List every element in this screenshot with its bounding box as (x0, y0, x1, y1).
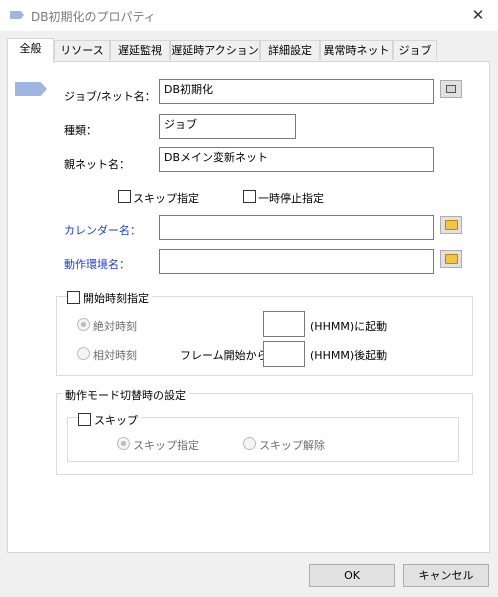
cancel-button[interactable]: キャンセル (403, 564, 489, 587)
relative-time-input[interactable] (263, 341, 305, 367)
mode-switch-group-label: 動作モード切替時の設定 (62, 387, 189, 403)
environment-input[interactable] (159, 249, 434, 274)
relative-time-prefix: フレーム開始から (180, 349, 268, 362)
tab-resources[interactable]: リソース (54, 40, 110, 60)
job-icon (15, 82, 47, 96)
calendar-link[interactable]: カレンダー名： (64, 222, 141, 238)
calendar-browse-button[interactable] (440, 216, 462, 234)
ok-button[interactable]: OK (309, 564, 395, 587)
tab-job[interactable]: ジョブ (393, 40, 437, 60)
skip-checkbox-label: スキップ指定 (133, 192, 199, 205)
folder-icon (445, 220, 458, 230)
pause-checkbox-label: 一時停止指定 (258, 192, 324, 205)
relative-time-label: 相対時刻 (93, 349, 137, 362)
skip-on-label: スキップ指定 (133, 439, 199, 452)
absolute-time-suffix: (HHMM)に起動 (310, 320, 388, 333)
absolute-time-label: 絶対時刻 (93, 320, 137, 333)
pause-checkbox[interactable] (243, 190, 256, 203)
parent-net-field: DBメイン変新ネット (159, 147, 434, 172)
parent-net-label: 親ネット名： (64, 158, 130, 171)
window-title: DB初期化のプロパティ (31, 10, 156, 24)
tab-error-net[interactable]: 異常時ネット (320, 40, 393, 60)
close-icon[interactable]: ✕ (466, 5, 490, 25)
skip-mode-checkbox[interactable] (78, 413, 91, 426)
job-net-name-label: ジョブ/ネット名： (64, 90, 156, 103)
job-net-name-input[interactable]: DB初期化 (159, 79, 434, 104)
job-net-name-button[interactable] (440, 80, 462, 98)
tab-delay-action[interactable]: 遅延時アクション (170, 40, 260, 60)
skip-off-radio[interactable] (243, 437, 256, 450)
absolute-time-radio[interactable] (77, 318, 90, 331)
type-field: ジョブ (159, 114, 296, 139)
relative-time-radio[interactable] (77, 347, 90, 360)
absolute-time-input[interactable] (263, 311, 305, 337)
relative-time-suffix: (HHMM)後起動 (310, 349, 388, 362)
tab-delay-monitor[interactable]: 遅延監視 (110, 40, 170, 60)
calendar-input[interactable] (159, 215, 434, 240)
skip-checkbox[interactable] (118, 190, 131, 203)
square-icon (446, 85, 456, 93)
start-time-checkbox[interactable] (67, 291, 80, 304)
start-time-group-label: 開始時刻指定 (80, 290, 152, 306)
tab-detail-settings[interactable]: 詳細設定 (260, 40, 320, 60)
type-label: 種類： (64, 124, 97, 137)
skip-mode-label: スキップ (91, 412, 141, 428)
skip-on-radio[interactable] (117, 437, 130, 450)
environment-browse-button[interactable] (440, 250, 462, 268)
folder-icon (445, 254, 458, 264)
skip-off-label: スキップ解除 (259, 439, 325, 452)
tab-general[interactable]: 全般 (7, 38, 54, 63)
environment-link[interactable]: 動作環境名： (64, 256, 130, 272)
